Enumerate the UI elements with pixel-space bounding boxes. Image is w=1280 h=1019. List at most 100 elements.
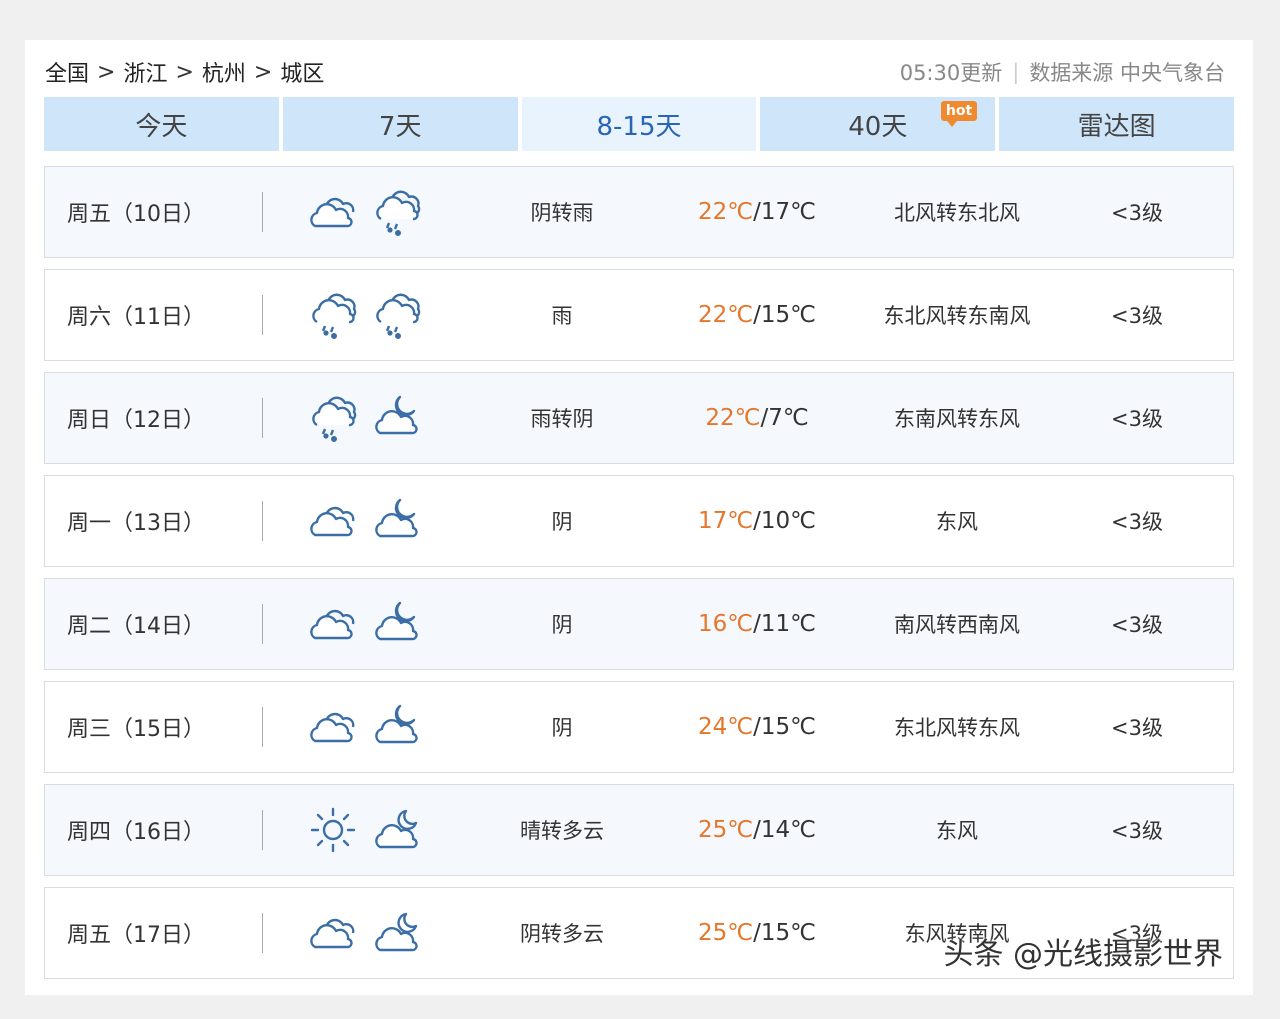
- tab-40-days[interactable]: 40天 hot: [760, 97, 996, 151]
- weather-icons: [263, 288, 467, 342]
- breadcrumb-district: 城区: [280, 62, 325, 87]
- weather-description: 阴转多云: [520, 922, 604, 946]
- tab-label: 40天: [848, 111, 908, 142]
- high-temp: 25℃: [698, 817, 754, 843]
- breadcrumb-separator: >: [97, 59, 116, 85]
- wind-level: <3级: [1111, 407, 1163, 431]
- high-temp: 17℃: [698, 508, 754, 534]
- low-temp: 15℃: [760, 920, 816, 946]
- cloudy-icon: [306, 494, 360, 548]
- high-temp: 16℃: [698, 611, 754, 637]
- hot-badge: hot: [940, 101, 978, 127]
- temperature-range: 22℃/17℃: [698, 199, 816, 225]
- temperature-range: 25℃/15℃: [698, 920, 816, 946]
- wind-direction: 东南风转东风: [894, 407, 1020, 431]
- wind-level: <3级: [1111, 304, 1163, 328]
- cloudy-icon: [306, 906, 360, 960]
- day-label: 周日（12日）: [67, 408, 205, 433]
- watermark: 头条 @光线摄影世界: [943, 937, 1223, 972]
- low-temp: 7℃: [768, 405, 809, 431]
- cloudy-icon: [306, 700, 360, 754]
- tab-8-15-days[interactable]: 8-15天: [521, 97, 757, 151]
- tab-today[interactable]: 今天: [44, 97, 279, 151]
- temperature-range: 22℃/15℃: [698, 302, 816, 328]
- forecast-row: 周四（16日） 晴转多云 25℃/14℃ 东风 <3级: [44, 784, 1234, 876]
- wind-direction: 南风转西南风: [894, 613, 1020, 637]
- high-temp: 25℃: [698, 920, 754, 946]
- breadcrumb-separator: >: [253, 59, 273, 85]
- breadcrumb-separator: >: [175, 59, 194, 85]
- weather-icons: [263, 906, 467, 960]
- cloudy-icon: [306, 597, 360, 651]
- wind-level: <3级: [1111, 613, 1163, 637]
- rain-icon: [370, 185, 424, 239]
- wind-direction: 东北风转东风: [894, 716, 1020, 740]
- weather-description: 阴: [551, 613, 573, 637]
- update-info: 05:30更新 | 数据来源 中央气象台: [900, 57, 1225, 87]
- day-label: 周四（16日）: [67, 820, 205, 845]
- wind-direction: 东风: [936, 819, 978, 843]
- weather-description: 晴转多云: [520, 819, 604, 843]
- breadcrumb: 全国 > 浙江 > 杭州 > 城区: [45, 56, 324, 88]
- night-cloudy-icon: [370, 597, 424, 651]
- weather-icons: [263, 185, 467, 239]
- forecast-row: 周日（12日） 雨转阴 22℃/7℃ 东南风转东风 <3级: [44, 372, 1234, 464]
- rain-icon: [306, 391, 360, 445]
- forecast-list: 周五（10日） 阴转雨 22℃/17℃ 北风转东北风 <3级 周六（11日） 雨…: [44, 166, 1234, 990]
- tab-label: 今天: [135, 111, 188, 142]
- day-label: 周三（15日）: [67, 717, 205, 742]
- breadcrumb-national[interactable]: 全国: [45, 56, 89, 88]
- wind-level: <3级: [1111, 716, 1163, 740]
- day-label: 周五（17日）: [67, 923, 205, 948]
- temperature-range: 25℃/14℃: [698, 817, 816, 843]
- night-cloudy-icon: [370, 391, 424, 445]
- update-time: 05:30更新: [899, 61, 1003, 85]
- temperature-range: 16℃/11℃: [698, 611, 816, 637]
- meta-divider: |: [1012, 60, 1020, 84]
- tab-7-days[interactable]: 7天: [282, 97, 518, 151]
- header-bar: 全国 > 浙江 > 杭州 > 城区 05:30更新 | 数据来源 中央气象台: [45, 56, 1225, 88]
- weather-icons: [263, 803, 467, 857]
- temperature-range: 17℃/10℃: [698, 508, 816, 534]
- weather-icons: [263, 700, 467, 754]
- wind-direction: 东北风转东南风: [883, 304, 1031, 328]
- weather-description: 阴: [551, 510, 573, 534]
- breadcrumb-province[interactable]: 浙江: [123, 56, 167, 88]
- weather-icons: [263, 391, 467, 445]
- weather-description: 阴转雨: [530, 201, 594, 225]
- night-partly-cloudy-icon: [370, 906, 424, 960]
- weather-icons: [263, 494, 467, 548]
- high-temp: 24℃: [698, 714, 754, 740]
- tab-label: 7天: [378, 111, 422, 142]
- rain-icon: [306, 288, 360, 342]
- forecast-tabs: 今天 7天 8-15天 40天 hot 雷达图: [44, 97, 1234, 151]
- low-temp: 15℃: [760, 714, 816, 740]
- weather-description: 雨转阴: [530, 407, 594, 431]
- rain-icon: [370, 288, 424, 342]
- forecast-panel: 全国 > 浙江 > 杭州 > 城区 05:30更新 | 数据来源 中央气象台 今…: [25, 40, 1253, 995]
- forecast-row: 周二（14日） 阴 16℃/11℃ 南风转西南风 <3级: [44, 578, 1234, 670]
- wind-direction: 东风: [936, 510, 978, 534]
- temperature-range: 24℃/15℃: [698, 714, 816, 740]
- high-temp: 22℃: [705, 405, 761, 431]
- weather-icons: [263, 597, 467, 651]
- weather-description: 雨: [551, 304, 573, 328]
- high-temp: 22℃: [698, 199, 754, 225]
- high-temp: 22℃: [698, 302, 754, 328]
- tab-label: 雷达图: [1077, 111, 1156, 142]
- breadcrumb-city[interactable]: 杭州: [202, 56, 246, 88]
- tab-radar[interactable]: 雷达图: [999, 97, 1234, 151]
- low-temp: 10℃: [760, 508, 816, 534]
- forecast-row: 周六（11日） 雨 22℃/15℃ 东北风转东南风 <3级: [44, 269, 1234, 361]
- day-label: 周一（13日）: [67, 511, 205, 536]
- low-temp: 15℃: [760, 302, 816, 328]
- day-label: 周二（14日）: [67, 614, 205, 639]
- forecast-row: 周五（10日） 阴转雨 22℃/17℃ 北风转东北风 <3级: [44, 166, 1234, 258]
- tab-label: 8-15天: [596, 111, 682, 142]
- temperature-range: 22℃/7℃: [705, 405, 809, 431]
- cloudy-icon: [306, 185, 360, 239]
- low-temp: 14℃: [760, 817, 816, 843]
- forecast-row: 周一（13日） 阴 17℃/10℃ 东风 <3级: [44, 475, 1234, 567]
- low-temp: 17℃: [760, 199, 816, 225]
- night-partly-cloudy-icon: [370, 803, 424, 857]
